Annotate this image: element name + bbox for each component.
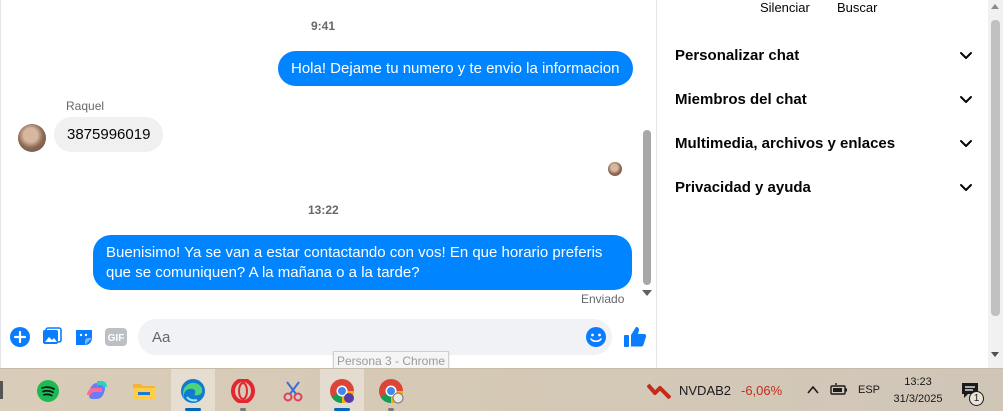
spotify-icon[interactable] <box>26 369 70 411</box>
sender-name: Raquel <box>66 99 105 113</box>
file-explorer-icon[interactable] <box>122 369 166 411</box>
snipping-icon[interactable] <box>271 369 315 411</box>
stock-chart-icon[interactable] <box>647 381 671 399</box>
chevron-up-icon[interactable] <box>807 385 819 395</box>
message-line: que se comuniquen? A la mañana o a la ta… <box>106 264 420 281</box>
section-label: Multimedia, archivos y enlaces <box>675 134 896 152</box>
image-icon[interactable] <box>41 326 63 348</box>
plus-icon[interactable] <box>9 326 31 348</box>
incoming-message[interactable]: 3875996019 <box>54 117 164 152</box>
timestamp: 9:41 <box>311 19 336 33</box>
outgoing-message[interactable]: Hola! Dejame tu numero y te envio la inf… <box>278 51 633 86</box>
gif-icon[interactable]: GIF <box>105 326 127 348</box>
stock-change: -6,06% <box>741 383 783 398</box>
copilot-icon[interactable] <box>75 369 119 411</box>
chat-info-panel: Silenciar Buscar Personalizar chat Miemb… <box>656 0 989 368</box>
message-input[interactable] <box>138 319 612 355</box>
silence-button[interactable]: Silenciar <box>760 0 810 15</box>
section-label: Personalizar chat <box>675 46 800 64</box>
message-line: Buenisimo! Ya se van a estar contactando… <box>106 244 603 261</box>
opera-icon[interactable] <box>221 369 265 411</box>
section-chat-members[interactable]: Miembros del chat <box>675 87 973 111</box>
chrome-persona-icon[interactable] <box>320 369 364 411</box>
language-indicator[interactable]: ESP <box>858 384 880 396</box>
scroll-down-arrow[interactable] <box>991 352 999 357</box>
scroll-up-arrow[interactable] <box>991 4 999 9</box>
chat-scrollbar[interactable] <box>643 130 651 285</box>
edge-icon[interactable] <box>171 369 215 411</box>
section-media-files-links[interactable]: Multimedia, archivos y enlaces <box>675 131 973 155</box>
scroll-down-arrow[interactable] <box>642 290 652 296</box>
search-button[interactable]: Buscar <box>837 0 877 15</box>
avatar[interactable] <box>18 124 46 152</box>
gif-label: GIF <box>108 333 125 344</box>
chrome-icon[interactable] <box>369 369 413 411</box>
clock-date: 31/3/2025 <box>893 393 943 405</box>
clock-time: 13:23 <box>904 376 932 388</box>
section-label: Miembros del chat <box>675 90 807 108</box>
chevron-down-icon <box>960 140 972 147</box>
chevron-down-icon <box>960 184 972 191</box>
emoji-icon[interactable] <box>585 326 607 348</box>
section-customize-chat[interactable]: Personalizar chat <box>675 43 973 67</box>
chat-thread: 9:41 Hola! Dejame tu numero y te envio l… <box>0 0 656 368</box>
section-label: Privacidad y ayuda <box>675 178 811 196</box>
taskbar-edge <box>0 381 3 399</box>
system-clock[interactable]: 13:23 31/3/2025 <box>884 374 952 408</box>
section-privacy-help[interactable]: Privacidad y ayuda <box>675 175 973 199</box>
panel-scrollbar[interactable] <box>991 20 1000 316</box>
chevron-down-icon <box>960 52 972 59</box>
battery-icon[interactable] <box>830 383 848 397</box>
outgoing-message[interactable]: Buenisimo! Ya se van a estar contactando… <box>93 235 632 290</box>
thumbs-up-icon[interactable] <box>623 325 647 349</box>
taskbar: NVDAB2 -6,06% ESP 1 <box>0 368 1003 411</box>
notification-count: 1 <box>969 391 984 406</box>
stock-symbol[interactable]: NVDAB2 <box>679 383 731 398</box>
seen-avatar <box>608 162 622 176</box>
message-status: Enviado <box>581 292 625 306</box>
sticker-icon[interactable] <box>73 326 95 348</box>
chevron-down-icon <box>960 96 972 103</box>
composer: GIF <box>1 314 657 360</box>
timestamp: 13:22 <box>308 203 339 217</box>
